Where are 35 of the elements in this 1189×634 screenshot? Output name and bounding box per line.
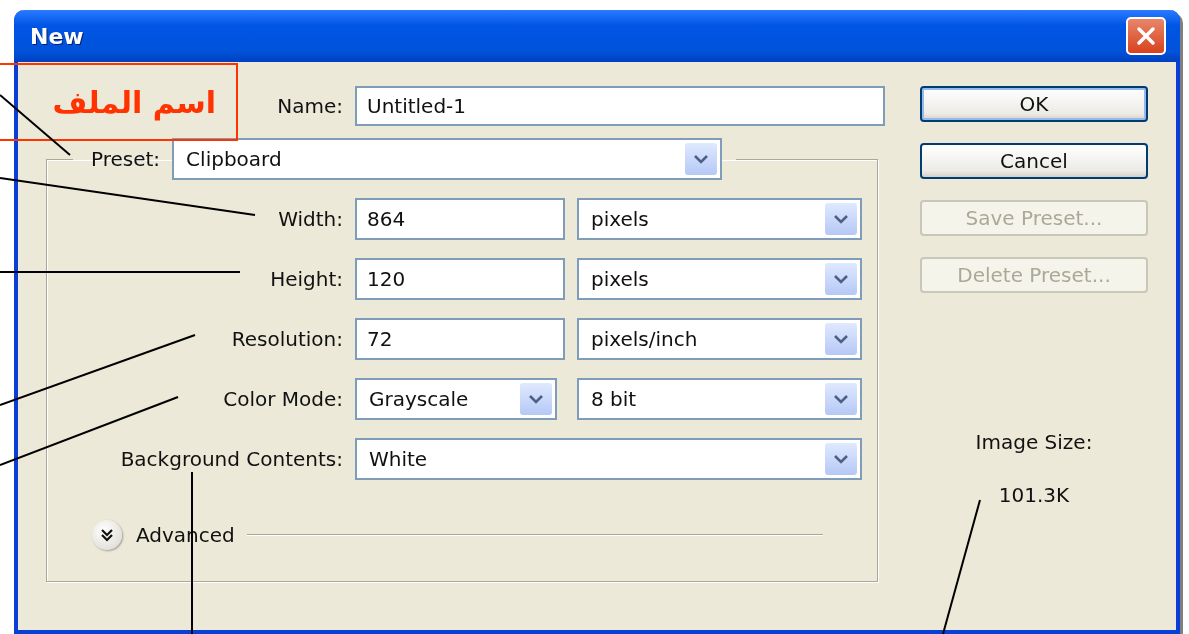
field-label: Color Mode: [223,387,343,411]
background-dropdown[interactable]: White [355,438,862,480]
field-label: Width: [278,207,343,231]
image-size-label: Image Size: [975,430,1093,454]
close-icon [1135,25,1157,47]
chevron-down-icon [825,383,857,415]
value-field[interactable]: 120 [355,258,565,300]
chevron-down-icon [825,323,857,355]
dialog-button[interactable]: Cancel [920,143,1148,179]
unit-dropdown[interactable]: pixels/inch [577,318,862,360]
callout-text: اسم الملف [52,84,216,120]
name-label: Name: [277,94,343,118]
unit-dropdown[interactable]: pixels [577,198,862,240]
window-title: New [30,23,84,49]
chevron-down-icon [825,203,857,235]
double-chevron-icon [99,527,115,543]
image-size-value: 101.3K [998,483,1070,507]
mode-dropdown[interactable]: Grayscale [355,378,557,420]
field-label: Height: [270,267,343,291]
unit-dropdown[interactable]: pixels [577,258,862,300]
chevron-down-icon [685,143,718,175]
chevron-down-icon [825,263,857,295]
chevron-down-icon [825,443,857,475]
depth-dropdown[interactable]: 8 bit [577,378,862,420]
preset-label: Preset: [91,147,161,171]
value-field[interactable]: 72 [355,318,565,360]
dialog-button[interactable]: OK [920,86,1148,122]
chevron-down-icon [520,383,552,415]
value-field[interactable]: 864 [355,198,565,240]
name-field[interactable]: Untitled-1 [355,86,885,126]
field-label: Background Contents: [120,447,343,471]
close-button[interactable] [1126,17,1166,55]
field-label: Resolution: [231,327,343,351]
preset-dropdown[interactable]: Clipboard [172,138,723,180]
expand-toggle[interactable] [92,520,122,550]
